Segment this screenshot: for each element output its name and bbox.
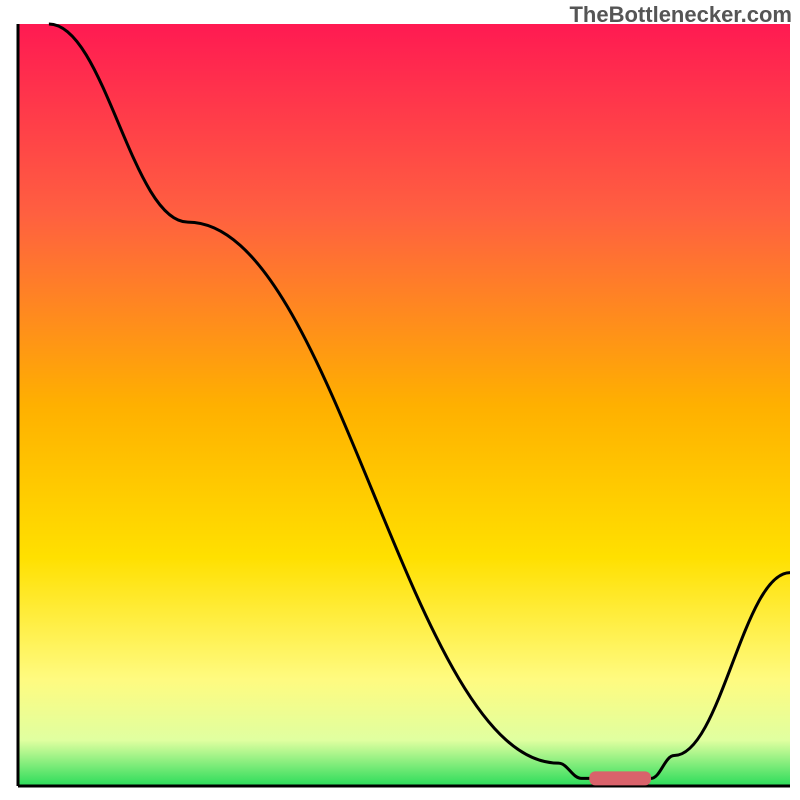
optimal-bar [589,771,651,785]
chart-container: TheBottlenecker.com [0,0,800,800]
chart-svg [0,0,800,800]
plot-background [18,24,790,786]
watermark-text: TheBottlenecker.com [569,2,792,28]
